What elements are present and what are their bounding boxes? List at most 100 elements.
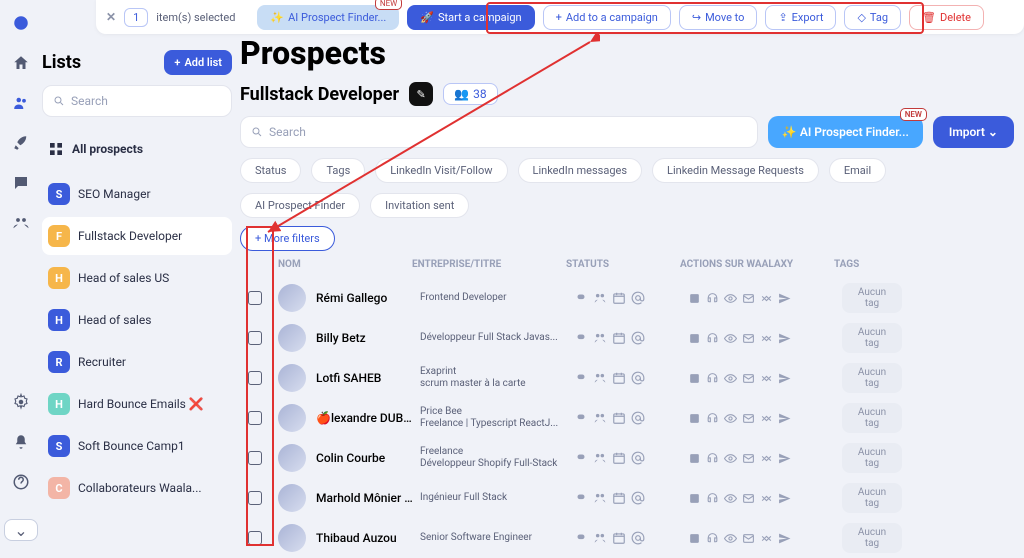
selection-text: item(s) selected (156, 11, 235, 24)
selection-topbar: ✕ 1 item(s) selected ✨ AI Prospect Finde… (96, 0, 1024, 34)
col-nom: NOM (278, 259, 408, 270)
prospect-title: FreelanceDéveloppeur Shopify Full-Stack (420, 446, 570, 470)
tag-placeholder[interactable]: Aucun tag (842, 363, 902, 393)
collapse-button[interactable]: ⌄ (4, 519, 38, 541)
delete-button[interactable]: 🗑 Delete (909, 5, 984, 30)
users-icon[interactable] (12, 94, 30, 112)
sidebar-item-4[interactable]: RRecruiter (42, 343, 232, 381)
tag-placeholder[interactable]: Aucun tag (842, 403, 902, 433)
filter-chip-6[interactable]: AI Prospect Finder (240, 193, 360, 218)
avatar (278, 524, 306, 552)
sidebar-item-3[interactable]: HHead of sales (42, 301, 232, 339)
chat-icon[interactable] (12, 174, 30, 192)
sidebar-item-2[interactable]: H Head of sales US (42, 259, 232, 297)
list-badge: S (48, 435, 70, 457)
ai-finder-button[interactable]: ✨ AI Prospect Finder...NEW (257, 5, 399, 30)
list-badge: H (48, 267, 70, 289)
home-icon[interactable] (12, 54, 30, 72)
avatar (278, 484, 306, 512)
sidebar-item-label: Head of sales US (78, 271, 169, 285)
avatar (278, 364, 306, 392)
status-icons (574, 371, 684, 385)
gear-icon[interactable] (12, 393, 30, 411)
avatar (278, 284, 306, 312)
list-badge: F (48, 225, 70, 247)
filter-chip-1[interactable]: Tags (311, 158, 365, 183)
bell-icon[interactable] (12, 433, 30, 451)
col-statuts: STATUTS (566, 259, 676, 270)
table-row: Lotfi SAHEBExaprintscrum master à la car… (240, 358, 1014, 398)
row-checkbox[interactable] (248, 331, 262, 345)
row-checkbox[interactable] (248, 411, 262, 425)
sidebar-item-5[interactable]: H Hard Bounce Emails ❌ (42, 385, 232, 423)
sidebar-search[interactable]: Search (42, 85, 232, 117)
row-checkbox[interactable] (248, 371, 262, 385)
sidebar-item-7[interactable]: CCollaborateurs Waala... (42, 469, 232, 507)
list-badge: H (48, 393, 70, 415)
sidebar-item-1[interactable]: FFullstack Developer (42, 217, 232, 255)
col-entreprise: ENTREPRISE/TITRE (412, 259, 562, 270)
row-checkbox[interactable] (248, 291, 262, 305)
tag-placeholder[interactable]: Aucun tag (842, 483, 902, 513)
start-campaign-button[interactable]: 🚀 Start a campaign (407, 5, 534, 30)
tag-button[interactable]: ◇ Tag (844, 5, 901, 30)
prospect-name[interactable]: Thibaud Auzou (316, 531, 416, 545)
filter-chip-0[interactable]: Status (240, 158, 301, 183)
filter-chip-3[interactable]: LinkedIn messages (518, 158, 642, 183)
table-row: Marhold Mônier ✋Ingénieur Full StackAucu… (240, 478, 1014, 518)
filter-chip-7[interactable]: Invitation sent (370, 193, 469, 218)
filter-chip-4[interactable]: Linkedin Message Requests (652, 158, 819, 183)
avatar (278, 324, 306, 352)
prospect-name[interactable]: Marhold Mônier ✋ (316, 491, 416, 505)
rocket-icon[interactable] (12, 134, 30, 152)
add-to-campaign-button[interactable]: + Add to a campaign (543, 5, 671, 30)
import-button[interactable]: Import ⌄ (933, 116, 1014, 148)
table-row: Thibaud Auzou Senior Software Engineer Auc… (240, 518, 1014, 558)
tag-placeholder[interactable]: Aucun tag (842, 283, 902, 313)
export-button[interactable]: ⇪ Export (765, 5, 836, 30)
help-icon[interactable] (12, 473, 30, 491)
filter-chip-5[interactable]: Email (829, 158, 886, 183)
col-tags: TAGS (834, 259, 894, 270)
sidebar-item-0[interactable]: SSEO Manager (42, 175, 232, 213)
prospect-name[interactable]: Billy Betz (316, 331, 416, 345)
tag-placeholder[interactable]: Aucun tag (842, 323, 902, 353)
move-to-button[interactable]: ↪ Move to (679, 5, 758, 30)
prospect-name[interactable]: Rémi Gallego (316, 291, 416, 305)
row-checkbox[interactable] (248, 531, 262, 545)
main-search[interactable]: Search (240, 116, 758, 148)
more-filters-button[interactable]: + More filters (240, 226, 335, 251)
sidebar-item-label: SEO Manager (78, 187, 151, 201)
action-icons (688, 492, 838, 505)
prospect-title: Senior Software Engineer (420, 532, 570, 544)
action-icons (688, 452, 838, 465)
prospect-title: Frontend Developer (420, 292, 570, 304)
status-icons (574, 331, 684, 345)
action-icons (688, 332, 838, 345)
tag-placeholder[interactable]: Aucun tag (842, 443, 902, 473)
edit-button[interactable]: ✎ (409, 82, 433, 106)
add-list-button[interactable]: + Add list (164, 50, 232, 75)
table-row: Colin Courbe FreelanceDéveloppeur Shopify… (240, 438, 1014, 478)
team-icon[interactable] (12, 214, 30, 232)
tag-placeholder[interactable]: Aucun tag (842, 523, 902, 553)
close-icon[interactable]: ✕ (106, 10, 116, 24)
list-badge: H (48, 309, 70, 331)
prospect-name[interactable]: 🍎lexandre DUBAR (316, 411, 416, 425)
ai-prospect-finder-button[interactable]: ✨ AI Prospect Finder...NEW (768, 116, 923, 148)
sidebar-item-6[interactable]: SSoft Bounce Camp1 (42, 427, 232, 465)
status-icons (574, 411, 684, 425)
sidebar-item-label: Hard Bounce Emails ❌ (78, 397, 204, 411)
action-icons (688, 532, 838, 545)
list-badge: C (48, 477, 70, 499)
row-checkbox[interactable] (248, 491, 262, 505)
filter-chip-2[interactable]: LinkedIn Visit/Follow (375, 158, 507, 183)
lists-panel: Lists + Add list Search All prospects SS… (42, 50, 232, 507)
all-prospects[interactable]: All prospects (42, 133, 232, 165)
prospect-name[interactable]: Lotfi SAHEB (316, 371, 416, 385)
prospect-name[interactable]: Colin Courbe (316, 451, 416, 465)
row-checkbox[interactable] (248, 451, 262, 465)
status-icons (574, 491, 684, 505)
col-actions: ACTIONS SUR WAALAXY (680, 259, 830, 270)
main-content: Prospects Fullstack Developer ✎ 👥 38 Sea… (240, 34, 1014, 558)
